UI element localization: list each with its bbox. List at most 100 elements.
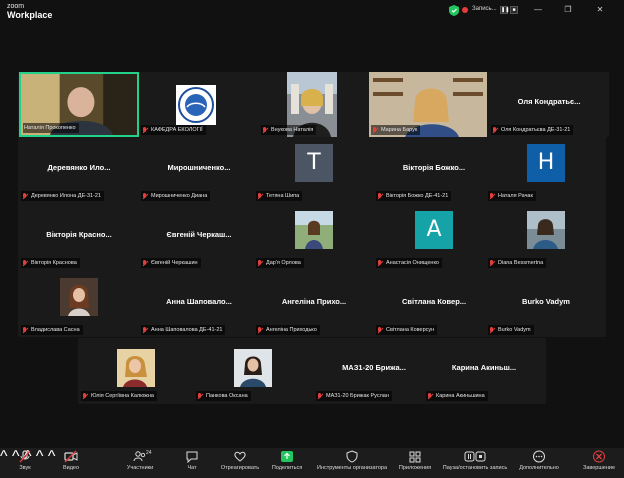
participant-name: Burko Vadym — [498, 327, 531, 333]
participant-name: Анастасія Онищенко — [386, 260, 439, 266]
recording-label: Запись... — [472, 6, 497, 12]
participant-display-name: Карина Акиньш... — [451, 363, 517, 372]
shield-icon[interactable] — [449, 5, 459, 16]
participant-tile[interactable]: Владислава Сасна — [19, 272, 139, 337]
participants-label: Участники — [126, 465, 154, 471]
participant-display-name: Оля Кондратьє... — [517, 97, 581, 106]
host-tools-label: Инструменты организатора — [316, 465, 388, 471]
participant-name: Вікторія Божко ДЕ-41-21 — [386, 193, 449, 199]
more-button[interactable]: Дополнительно — [516, 450, 562, 478]
mic-muted-icon — [22, 192, 28, 200]
participant-tile[interactable]: Світлана Ковер... Світлана Коверсун — [374, 272, 494, 337]
participant-tile[interactable]: Мирошниченко... Мирошниченко Диана — [139, 138, 259, 203]
participant-name: Мирошниченко Диана — [151, 193, 208, 199]
pause-recording-icon[interactable]: ❚❚ — [500, 6, 509, 14]
video-off-icon — [64, 450, 78, 463]
participant-photo — [234, 349, 272, 387]
chat-button[interactable]: Чат — [180, 450, 204, 478]
participant-tile[interactable]: Деревянко Ило... Деревянко Илона ДЕ-31-2… — [19, 138, 139, 203]
participant-name: Деревянко Илона ДЕ-31-21 — [31, 193, 102, 199]
maximize-icon[interactable]: ❐ — [560, 3, 576, 17]
participant-tile[interactable]: T Тетяна Шипа — [254, 138, 374, 203]
participant-tile[interactable]: Панкова Оксана — [194, 338, 314, 403]
mic-muted-icon — [377, 326, 383, 334]
pause-stop-recording-button[interactable]: Пауза/остановить запись — [440, 450, 510, 478]
participant-tile[interactable]: Burko Vadym Burko Vadym — [486, 272, 606, 337]
mic-muted-icon — [142, 126, 148, 134]
participant-display-name: Деревянко Ило... — [47, 163, 111, 172]
participants-button[interactable]: 24 Участники — [120, 450, 160, 478]
pause-recording-label: Пауза/остановить запись — [442, 465, 508, 471]
participant-tile[interactable]: КАФЕДРА ЕКОЛОГІЇ — [139, 72, 259, 137]
avatar: T — [295, 144, 333, 182]
react-button[interactable]: Отреагировать — [218, 450, 262, 478]
share-label: Поделиться — [271, 465, 303, 471]
share-screen-icon — [281, 451, 293, 462]
participant-name: Оля Кондратьєва ДЕ-31-21 — [501, 127, 571, 133]
chevron-up-icon[interactable]: ^ — [48, 448, 56, 465]
host-tools-button[interactable]: Инструменты организатора — [314, 450, 390, 478]
participant-tile[interactable]: Марина Барук — [369, 72, 489, 137]
participant-tile[interactable]: Diana Bessmertna — [486, 205, 606, 270]
participant-display-name: Ангеліна Прихо... — [281, 297, 347, 306]
mic-muted-icon — [19, 450, 31, 463]
participant-name: Євгеній Черкашин — [151, 260, 198, 266]
audio-button[interactable]: Звук — [10, 450, 40, 478]
close-icon[interactable]: ✕ — [592, 3, 608, 17]
participant-tile[interactable]: Карина Акиньш... Карина Акиньшина — [424, 338, 544, 403]
participant-tile[interactable]: Юлія Сергіївна Калюжна — [79, 338, 199, 403]
participant-name: Внукова Наталія — [271, 127, 314, 133]
participant-tile[interactable]: Наталія Прокопенко — [19, 72, 139, 137]
participant-display-name: Мирошниченко... — [167, 163, 231, 172]
mic-muted-icon — [489, 326, 495, 334]
participant-name: Вікторія Краснова — [31, 260, 77, 266]
participant-tile[interactable]: Внукова Наталія — [259, 72, 379, 137]
share-button[interactable]: Поделиться — [270, 450, 304, 478]
department-logo-icon — [176, 85, 216, 125]
participant-tile[interactable]: H Наталя Рачак — [486, 138, 606, 203]
apps-icon — [409, 451, 421, 463]
participant-tile[interactable]: Анна Шаповало... Анна Шаповалова ДЕ-41-2… — [139, 272, 259, 337]
participant-photo — [527, 211, 565, 249]
participant-tile[interactable]: МАЗ1-20 Брижа... МАЗ1-20 Брижак Руслан — [314, 338, 434, 403]
audio-label: Звук — [19, 465, 31, 471]
participant-tile[interactable]: A Анастасія Онищенко — [374, 205, 494, 270]
participant-tile[interactable]: Вікторія Красно... Вікторія Краснова — [19, 205, 139, 270]
participant-tile[interactable]: Оля Кондратьє... Оля Кондратьєва ДЕ-31-2… — [489, 72, 609, 137]
pause-stop-icon — [464, 451, 486, 462]
participant-name: Наталія Прокопенко — [24, 125, 76, 131]
mic-muted-icon — [142, 259, 148, 267]
meeting-toolbar: Звук ^ Видео ^ 24 Участники ^ Чат Отреаг… — [0, 448, 624, 478]
mic-muted-icon — [377, 192, 383, 200]
participant-name: Diana Bessmertna — [498, 260, 544, 266]
chat-icon — [186, 451, 198, 463]
participant-tile[interactable]: Дар'я Орлова — [254, 205, 374, 270]
mic-muted-icon — [22, 259, 28, 267]
avatar: A — [415, 211, 453, 249]
stop-recording-icon[interactable]: ■ — [510, 6, 518, 14]
zoom-logo: zoom Workplace — [7, 3, 52, 20]
participant-tile[interactable]: Євгеній Черкаш... Євгеній Черкашин — [139, 205, 259, 270]
chevron-up-icon[interactable]: ^ — [0, 448, 8, 465]
mic-muted-icon — [257, 326, 263, 334]
participant-name: Анна Шаповалова ДЕ-41-21 — [151, 327, 223, 333]
participant-name: Дар'я Орлова — [266, 260, 301, 266]
mic-muted-icon — [142, 326, 148, 334]
mic-muted-icon — [257, 192, 263, 200]
recording-dot-icon — [462, 7, 468, 13]
video-button[interactable]: Видео — [56, 450, 86, 478]
participant-name: Панкова Оксана — [206, 393, 248, 399]
mic-muted-icon — [489, 192, 495, 200]
heart-icon — [234, 451, 246, 462]
end-meeting-button[interactable]: Завершение — [578, 450, 620, 478]
participant-name: Тетяна Шипа — [266, 193, 300, 199]
participant-tile[interactable]: Ангеліна Прихо... Ангеліна Приходько — [254, 272, 374, 337]
minimize-icon[interactable]: — — [530, 3, 546, 17]
apps-button[interactable]: Приложения — [396, 450, 434, 478]
participant-display-name: Євгеній Черкаш... — [166, 230, 232, 239]
participant-display-name: Вікторія Божко... — [402, 163, 466, 172]
video-label: Видео — [62, 465, 80, 471]
shield-icon — [346, 450, 358, 463]
participant-tile[interactable]: Вікторія Божко... Вікторія Божко ДЕ-41-2… — [374, 138, 494, 203]
participant-photo — [295, 211, 333, 249]
